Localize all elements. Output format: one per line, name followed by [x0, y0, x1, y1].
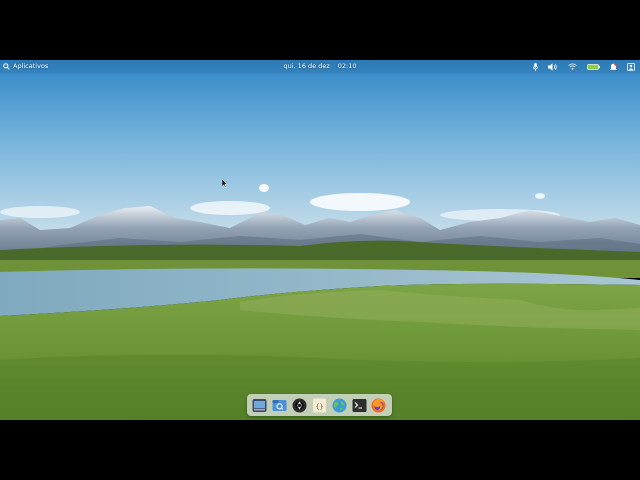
network-indicator[interactable]: [568, 60, 577, 73]
dock-item-code[interactable]: {}: [312, 398, 327, 413]
firefox-icon: [371, 398, 386, 412]
dock-item-firefox[interactable]: [371, 398, 386, 413]
session-icon: [627, 62, 635, 71]
dock-item-camera[interactable]: [292, 398, 307, 413]
date-text: qui, 16 de dez: [283, 62, 330, 70]
wallpaper: [0, 60, 640, 420]
code-icon: {}: [312, 398, 326, 412]
desktop-icon: [252, 398, 267, 412]
files-icon: [272, 399, 287, 411]
time-text: 02:10: [337, 62, 357, 70]
battery-icon: [587, 63, 600, 70]
dock-item-browser[interactable]: [332, 398, 347, 413]
session-indicator[interactable]: [627, 60, 635, 73]
dock: {}: [247, 394, 392, 416]
volume-icon: [548, 62, 557, 71]
camera-icon: [292, 398, 307, 412]
dock-item-multitasking[interactable]: [252, 398, 267, 413]
microphone-icon: [533, 62, 538, 71]
desktop: Aplicativos qui, 16 de dez 02:10 {}: [0, 60, 640, 420]
microphone-indicator[interactable]: [533, 60, 538, 73]
svg-text:{}: {}: [316, 402, 324, 410]
notifications-indicator[interactable]: [610, 60, 617, 73]
web-browser-icon: [332, 398, 347, 412]
dock-item-terminal[interactable]: [352, 398, 367, 413]
terminal-icon: [352, 398, 367, 412]
mouse-cursor-icon: [222, 179, 228, 188]
indicator-area: [533, 60, 635, 73]
volume-indicator[interactable]: [548, 60, 558, 73]
battery-indicator[interactable]: [587, 60, 600, 73]
top-panel: Aplicativos qui, 16 de dez 02:10: [0, 60, 640, 73]
notifications-icon: [610, 62, 617, 70]
network-icon: [568, 63, 577, 70]
dock-item-files[interactable]: [272, 398, 287, 413]
